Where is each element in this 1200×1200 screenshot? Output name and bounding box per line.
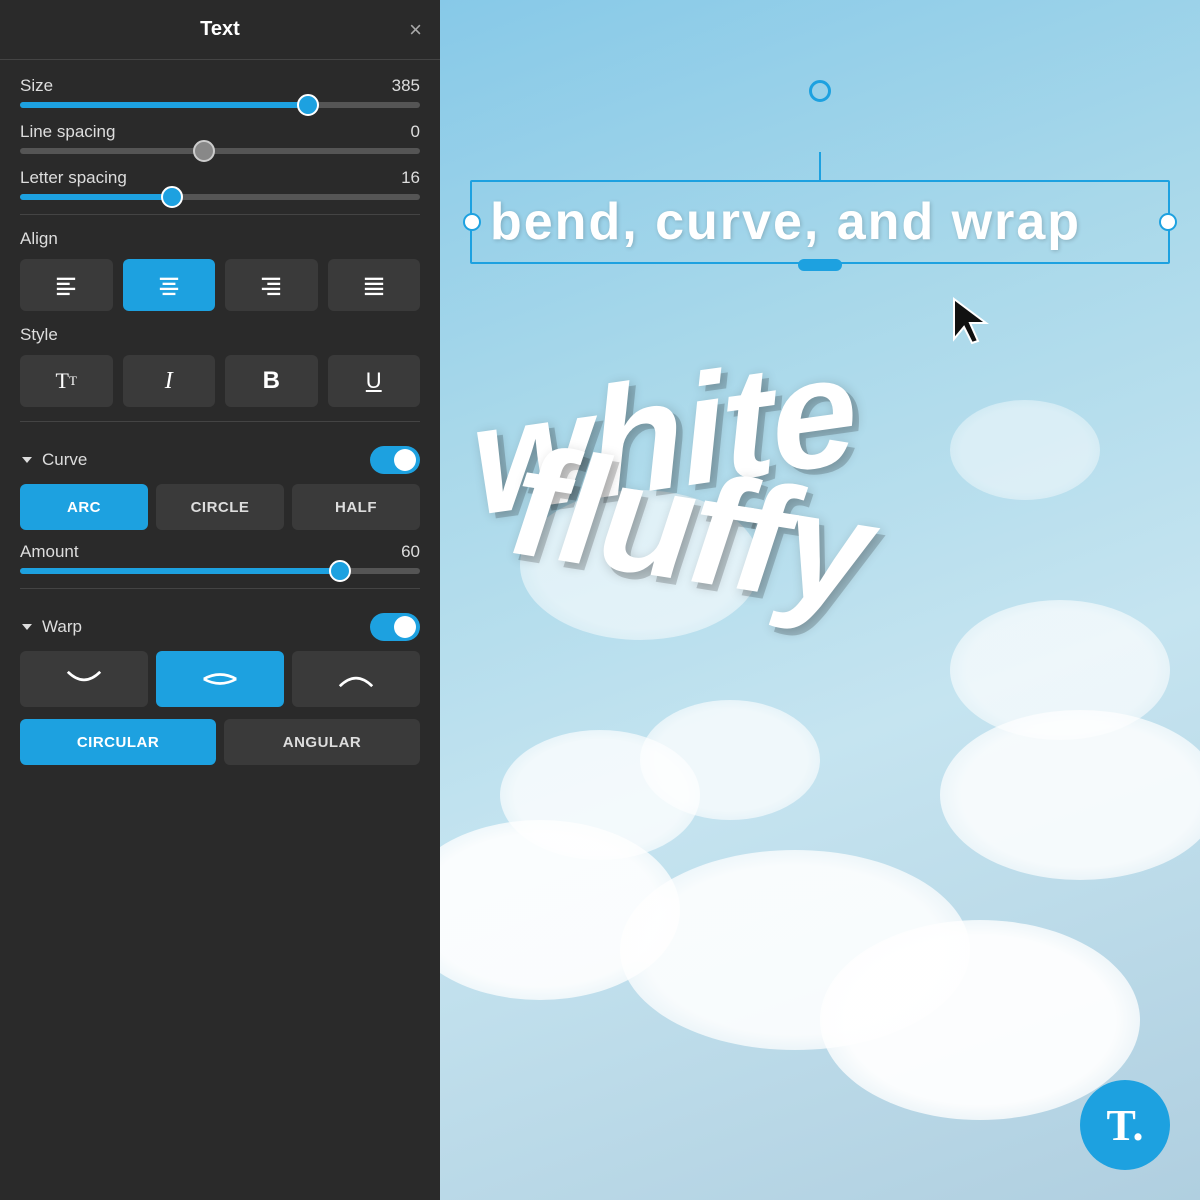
- handle-left[interactable]: [463, 213, 481, 231]
- handle-top-above[interactable]: [809, 80, 831, 102]
- warp-toggle-row: Warp: [20, 603, 420, 651]
- handle-right[interactable]: [1159, 213, 1177, 231]
- letter-spacing-fill: [20, 194, 172, 200]
- align-right-button[interactable]: [225, 259, 318, 311]
- panel-title: Text: [200, 18, 240, 41]
- curve-half-button[interactable]: HALF: [292, 484, 420, 530]
- curve-type-buttons: ARC CIRCLE HALF: [20, 484, 420, 530]
- warp-angular-button[interactable]: ANGULAR: [224, 719, 420, 765]
- divider-2: [20, 421, 420, 422]
- canvas-area: bend, curve, and wrap white fluffy T.: [440, 0, 1200, 1200]
- cloud-6: [820, 920, 1140, 1120]
- warp-toggle-left[interactable]: Warp: [20, 617, 82, 637]
- warp-type-buttons: CIRCULAR ANGULAR: [20, 719, 420, 765]
- amount-slider-thumb[interactable]: [329, 560, 351, 582]
- line-spacing-slider-thumb[interactable]: [193, 140, 215, 162]
- warp-section-label: Warp: [42, 617, 82, 637]
- align-button-group: [20, 259, 420, 311]
- close-button[interactable]: ×: [409, 19, 422, 41]
- t-icon-label: T.: [1106, 1100, 1143, 1151]
- panel-header: Text ×: [0, 0, 440, 60]
- left-panel: Text × Size 385 Line spacing 0: [0, 0, 440, 1200]
- cursor-pointer: [950, 295, 990, 350]
- style-italic-button[interactable]: I: [123, 355, 216, 407]
- warp-shape-mid-button[interactable]: [156, 651, 284, 707]
- text-box-outline[interactable]: bend, curve, and wrap: [470, 180, 1170, 264]
- align-label: Align: [20, 229, 58, 249]
- amount-value: 60: [401, 542, 420, 562]
- cloud-7: [640, 700, 820, 820]
- style-section: Style TT I B U: [20, 325, 420, 407]
- curve-toggle-left[interactable]: Curve: [20, 450, 87, 470]
- divider-3: [20, 588, 420, 589]
- text-box-content: bend, curve, and wrap: [490, 193, 1081, 251]
- amount-label: Amount: [20, 542, 79, 562]
- amount-slider-fill: [20, 568, 340, 574]
- panel-scroll-area: Size 385 Line spacing 0 Letter spacing 1…: [0, 60, 440, 1200]
- curve-arc-button[interactable]: ARC: [20, 484, 148, 530]
- size-label: Size: [20, 76, 53, 96]
- curve-toggle-switch[interactable]: [370, 446, 420, 474]
- letter-spacing-section: Letter spacing 16: [20, 168, 420, 200]
- text-box-container[interactable]: bend, curve, and wrap: [470, 130, 1170, 264]
- align-left-button[interactable]: [20, 259, 113, 311]
- divider-1: [20, 214, 420, 215]
- line-spacing-section: Line spacing 0: [20, 122, 420, 154]
- style-underline-button[interactable]: U: [328, 355, 421, 407]
- line-spacing-slider-track[interactable]: [20, 148, 420, 154]
- handle-bottom[interactable]: [798, 259, 842, 271]
- style-button-group: TT I B U: [20, 355, 420, 407]
- style-bold-button[interactable]: B: [225, 355, 318, 407]
- warp-toggle-switch[interactable]: [370, 613, 420, 641]
- main-text-area: white fluffy: [460, 360, 1200, 624]
- curve-toggle-knob: [394, 449, 416, 471]
- align-section: Align: [20, 229, 420, 311]
- main-text-fluffy: fluffy: [506, 434, 876, 621]
- align-justify-button[interactable]: [328, 259, 421, 311]
- style-label: Style: [20, 325, 58, 345]
- warp-shapes-buttons: [20, 651, 420, 707]
- align-center-button[interactable]: [123, 259, 216, 311]
- warp-shape-up-button[interactable]: [292, 651, 420, 707]
- letter-spacing-slider-thumb[interactable]: [161, 186, 183, 208]
- warp-toggle-knob: [394, 616, 416, 638]
- letter-spacing-value: 16: [401, 168, 420, 188]
- curve-section-label: Curve: [42, 450, 87, 470]
- line-spacing-label: Line spacing: [20, 122, 115, 142]
- curve-section: Curve ARC CIRCLE HALF Amount 60: [20, 436, 420, 574]
- size-value: 385: [392, 76, 420, 96]
- warp-shape-down-button[interactable]: [20, 651, 148, 707]
- letter-spacing-slider-track[interactable]: [20, 194, 420, 200]
- warp-section: Warp CIRCULAR ANGULAR: [20, 603, 420, 765]
- line-spacing-value: 0: [411, 122, 420, 142]
- t-icon-button[interactable]: T.: [1080, 1080, 1170, 1170]
- letter-spacing-label: Letter spacing: [20, 168, 127, 188]
- style-tt-button[interactable]: TT: [20, 355, 113, 407]
- curve-toggle-row: Curve: [20, 436, 420, 484]
- size-slider-track[interactable]: [20, 102, 420, 108]
- size-slider-fill: [20, 102, 308, 108]
- amount-slider-track[interactable]: [20, 568, 420, 574]
- curve-circle-button[interactable]: CIRCLE: [156, 484, 284, 530]
- size-section: Size 385: [20, 76, 420, 108]
- size-slider-thumb[interactable]: [297, 94, 319, 116]
- warp-circular-button[interactable]: CIRCULAR: [20, 719, 216, 765]
- handle-connector-line: [819, 152, 821, 180]
